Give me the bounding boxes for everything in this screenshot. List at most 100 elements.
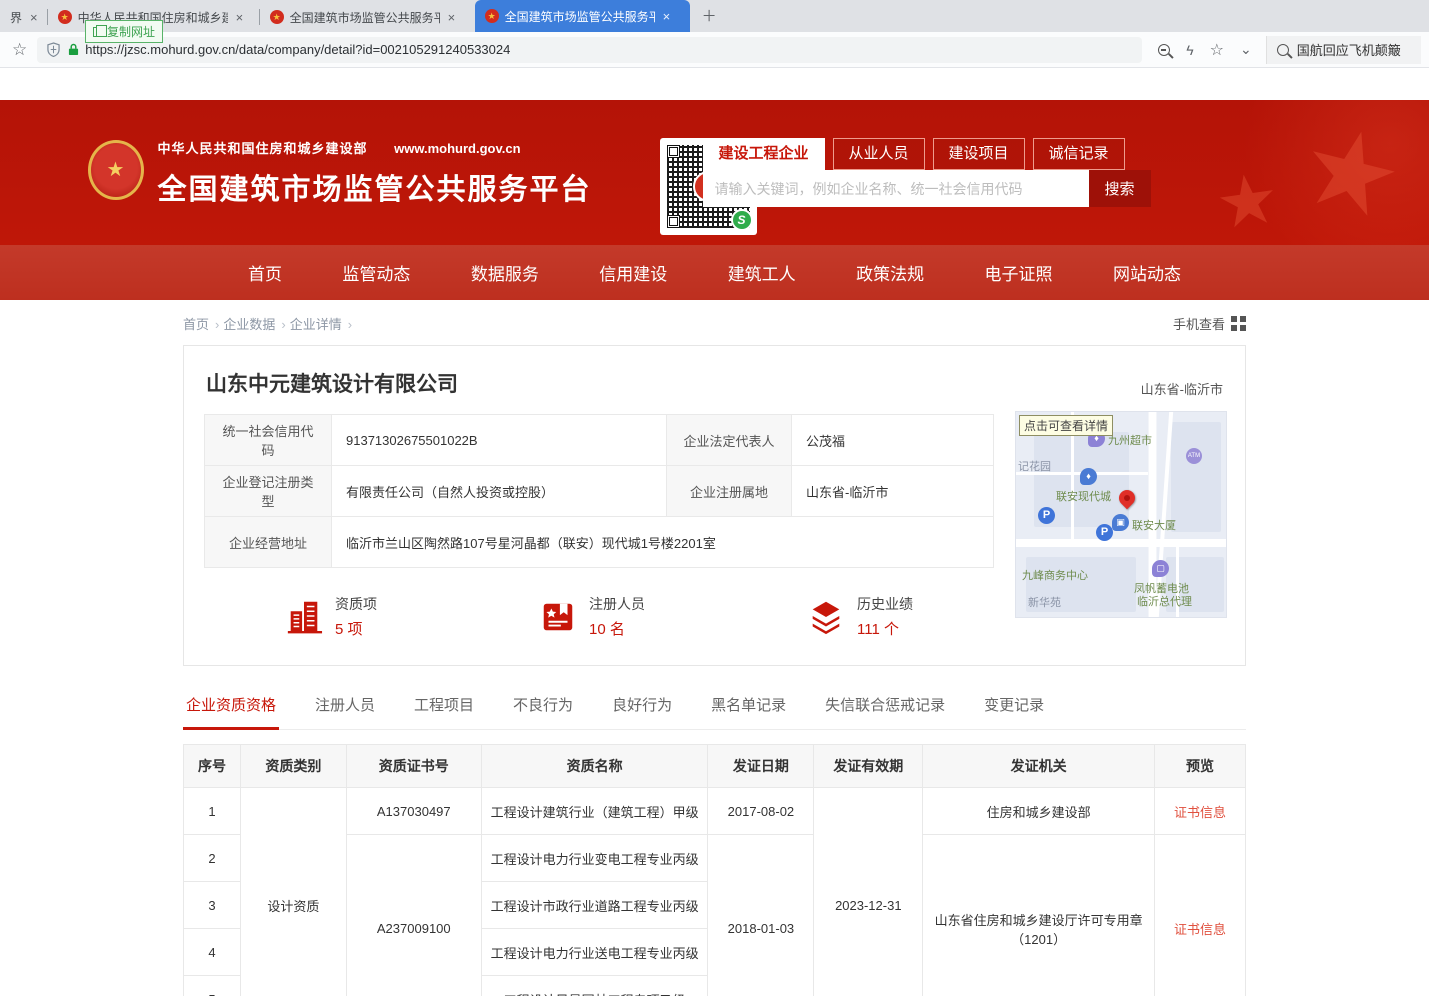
valid-until: 2023-12-31 — [814, 788, 923, 996]
browser-tab-partial[interactable]: 界 × — [0, 2, 48, 32]
row-no: 5 — [184, 976, 241, 996]
tab-projects[interactable]: 工程项目 — [411, 688, 477, 729]
map-poi-pin: ▣ — [1112, 514, 1129, 531]
tab-good-behavior[interactable]: 良好行为 — [609, 688, 675, 729]
tab-registered-personnel[interactable]: 注册人员 — [312, 688, 378, 729]
search-button[interactable]: 搜索 — [1089, 170, 1151, 207]
national-emblem-logo: ★ — [88, 140, 144, 200]
mobile-view-button[interactable]: 手机查看 — [1173, 314, 1246, 333]
tab-change-records[interactable]: 变更记录 — [981, 688, 1047, 729]
search-icon — [1277, 44, 1289, 56]
qr-finder — [667, 145, 680, 158]
shield-icon[interactable] — [47, 42, 60, 57]
map-atm-icon: ATM — [1186, 448, 1202, 464]
qual-name: 工程设计市政行业道路工程专业丙级 — [481, 882, 708, 929]
keyword-search-input[interactable] — [703, 170, 1089, 207]
nav-item-data-service[interactable]: 数据服务 — [471, 260, 539, 285]
site-brand: 中华人民共和国住房和城乡建设部 www.mohurd.gov.cn 全国建筑市场… — [158, 138, 592, 235]
secure-lock-icon — [68, 43, 79, 56]
col-header: 序号 — [184, 745, 241, 788]
ministry-website: www.mohurd.gov.cn — [394, 141, 520, 156]
tab-close-icon[interactable]: × — [236, 10, 244, 25]
issuer: 山东省住房和城乡建设厅许可专用章（1201） — [923, 835, 1155, 996]
qual-name: 工程设计建筑行业（建筑工程）甲级 — [481, 788, 708, 835]
tab-close-icon[interactable]: × — [448, 10, 456, 25]
ministry-name: 中华人民共和国住房和城乡建设部 — [158, 141, 368, 156]
nav-item-certificate[interactable]: 电子证照 — [985, 260, 1053, 285]
stat-registered-personnel[interactable]: 注册人员 10 名 — [539, 594, 645, 639]
nav-item-policy[interactable]: 政策法规 — [856, 260, 924, 285]
building-icon — [285, 598, 323, 636]
tab-bad-behavior[interactable]: 不良行为 — [510, 688, 576, 729]
detail-tabs: 企业资质资格 注册人员 工程项目 不良行为 良好行为 黑名单记录 失信联合惩戒记… — [183, 688, 1246, 730]
field-label: 企业注册属地 — [667, 466, 792, 517]
tab-title: 全国建筑市场监管公共服务平台 — [290, 9, 440, 26]
stat-value: 111 个 — [857, 618, 913, 639]
search-tab-project[interactable]: 建设项目 — [933, 138, 1025, 170]
registered-region-value: 山东省-临沂市 — [792, 466, 994, 517]
search-tab-credit[interactable]: 诚信记录 — [1033, 138, 1125, 170]
browser-tab-jzsc-1[interactable]: ★ 全国建筑市场监管公共服务平台 × — [260, 2, 475, 32]
map-label-garden: 记花园 — [1018, 458, 1051, 474]
favorite-star-icon[interactable]: ☆ — [1210, 40, 1224, 60]
bookmark-star-icon[interactable]: ☆ — [12, 40, 27, 60]
qr-finder — [667, 215, 680, 228]
browser-tab-jzsc-active[interactable]: ★ 全国建筑市场监管公共服务平台 × — [475, 0, 690, 32]
breadcrumb-company-data[interactable]: 企业数据 — [223, 314, 285, 333]
tab-close-icon[interactable]: × — [30, 10, 38, 25]
layers-icon — [807, 598, 845, 636]
site-banner: ★ ★ ★ 中华人民共和国住房和城乡建设部 www.mohurd.gov.cn … — [0, 100, 1429, 245]
map-poi-pin: ♦ — [1080, 468, 1097, 485]
registration-type-value: 有限责任公司（自然人投资或控股） — [332, 466, 667, 517]
zoom-out-icon[interactable] — [1158, 44, 1170, 56]
tab-dishonesty-records[interactable]: 失信联合惩戒记录 — [822, 688, 948, 729]
row-no: 2 — [184, 835, 241, 882]
qr-code-icon — [1231, 316, 1246, 331]
quick-search-text: 国航回应飞机颠簸 — [1297, 40, 1401, 59]
map-poi-pin: ▢ — [1152, 560, 1169, 577]
map-parking-icon: P — [1038, 507, 1055, 524]
tab-blacklist[interactable]: 黑名单记录 — [708, 688, 789, 729]
field-label: 企业法定代表人 — [667, 415, 792, 466]
company-summary-card: 山东中元建筑设计有限公司 山东省-临沂市 统一社会信用代码 9137130267… — [183, 345, 1246, 666]
nav-item-supervision[interactable]: 监管动态 — [342, 260, 410, 285]
company-region: 山东省-临沂市 — [1141, 379, 1223, 398]
new-tab-button[interactable]: ＋ — [690, 5, 729, 32]
cert-info-link[interactable]: 证书信息 — [1174, 805, 1226, 820]
stat-historical-performance[interactable]: 历史业绩 111 个 — [807, 594, 913, 639]
tab-close-icon[interactable]: × — [663, 9, 671, 24]
company-name: 山东中元建筑设计有限公司 — [206, 368, 458, 398]
tab-qualifications[interactable]: 企业资质资格 — [183, 688, 279, 730]
map-parking-icon: P — [1096, 524, 1113, 541]
stat-qualifications[interactable]: 资质项 5 项 — [285, 594, 377, 639]
main-nav: 首页 监管动态 数据服务 信用建设 建筑工人 政策法规 电子证照 网站动态 — [0, 245, 1429, 300]
chevron-down-icon[interactable]: ⌄ — [1240, 41, 1252, 58]
col-header: 资质类别 — [240, 745, 346, 788]
map-road — [1016, 539, 1226, 547]
col-header: 发证有效期 — [814, 745, 923, 788]
qr-miniprogram-icon: S — [731, 209, 753, 231]
company-location-map[interactable]: 点击可查看详情 ♦ 九州超市 ATM 记花园 ♦ 联安现代城 ▣ 联安大厦 P … — [1015, 411, 1227, 618]
qual-name: 工程设计风景园林工程专项乙级 — [481, 976, 708, 996]
map-label-lianan-tower: 联安大厦 — [1132, 517, 1176, 533]
map-label-supermarket: 九州超市 — [1108, 432, 1152, 448]
field-label: 统一社会信用代码 — [205, 415, 332, 466]
col-header: 预览 — [1155, 745, 1246, 788]
breadcrumb-home[interactable]: 首页 — [183, 314, 219, 333]
url-text: https://jzsc.mohurd.gov.cn/data/company/… — [85, 42, 510, 57]
address-bar[interactable]: https://jzsc.mohurd.gov.cn/data/company/… — [37, 37, 1142, 63]
nav-item-workers[interactable]: 建筑工人 — [728, 260, 796, 285]
nav-item-site-news[interactable]: 网站动态 — [1113, 260, 1181, 285]
cert-info-link[interactable]: 证书信息 — [1174, 922, 1226, 937]
search-tab-enterprise[interactable]: 建设工程企业 — [703, 138, 825, 170]
breadcrumb-company-detail[interactable]: 企业详情 — [290, 314, 352, 333]
company-info-table: 统一社会信用代码 91371302675501022B 企业法定代表人 公茂福 … — [204, 414, 994, 568]
nav-item-credit[interactable]: 信用建设 — [599, 260, 667, 285]
browser-quick-search[interactable]: 国航回应飞机颠簸 — [1266, 36, 1421, 64]
col-header: 发证机关 — [923, 745, 1155, 788]
flash-icon[interactable]: ϟ — [1186, 42, 1193, 58]
cert-no: A137030497 — [346, 788, 481, 835]
search-tab-personnel[interactable]: 从业人员 — [833, 138, 925, 170]
nav-item-home[interactable]: 首页 — [248, 260, 282, 285]
breadcrumb: 首页 企业数据 企业详情 — [183, 314, 352, 333]
